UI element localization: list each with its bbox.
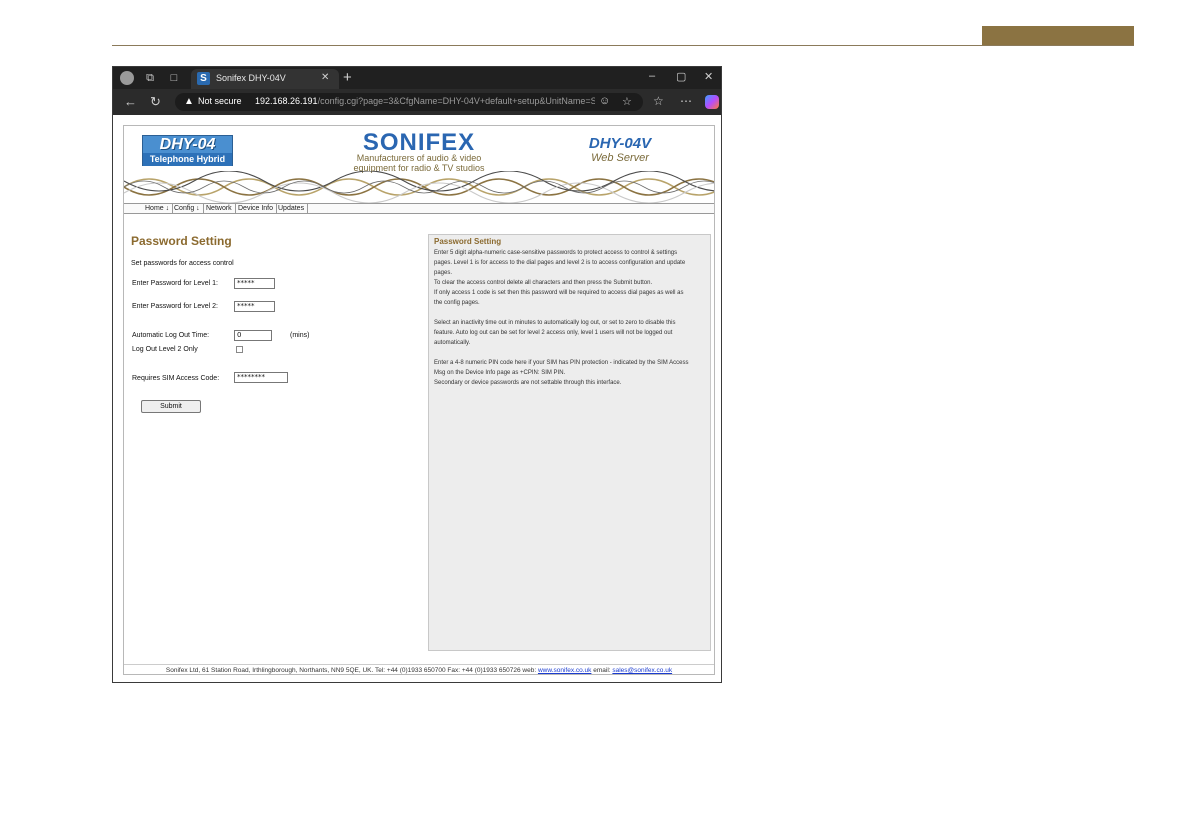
tab-bar: ⧉ □ S Sonifex DHY-04V ✕ + – ▢ ✕ (113, 67, 721, 89)
logout-time-label: Automatic Log Out Time: (132, 332, 210, 339)
level2-password-field[interactable]: ***** (234, 301, 275, 312)
page-header-tab (982, 26, 1134, 46)
dhy-04-logo: DHY-04 Telephone Hybrid (142, 135, 233, 166)
help-line: pages. Level 1 is for access to the dial… (434, 260, 686, 266)
sonifex-favicon-icon: S (197, 72, 210, 85)
favorites-icon[interactable]: ☆ (653, 94, 664, 108)
logout-time-field[interactable]: 0 (234, 330, 272, 341)
copilot-icon[interactable] (705, 95, 719, 109)
menu-config[interactable]: Config ↓ (171, 204, 204, 213)
help-line: the config pages. (434, 300, 480, 306)
footer-email-label: email: (591, 667, 613, 674)
level2-label: Enter Password for Level 2: (132, 303, 218, 310)
brand-tagline: Manufacturers of audio & video equipment… (338, 153, 500, 173)
waveform-banner (124, 171, 714, 203)
logout-unit: (mins) (290, 332, 310, 339)
level1-password-field[interactable]: ***** (234, 278, 275, 289)
window-close-icon[interactable]: ✕ (704, 70, 713, 83)
url-text[interactable]: 192.168.26.191/config.cgi?page=3&CfgName… (255, 96, 595, 106)
tab-close-icon[interactable]: ✕ (321, 72, 329, 83)
help-line: To clear the access control delete all c… (434, 280, 653, 286)
sim-code-label: Requires SIM Access Code: (132, 375, 220, 382)
help-line: Enter 5 digit alpha-numeric case-sensiti… (434, 250, 678, 256)
profile-avatar-icon[interactable] (120, 71, 134, 85)
browser-tab[interactable]: S Sonifex DHY-04V ✕ (191, 69, 339, 89)
logout-level2-checkbox[interactable] (236, 346, 243, 353)
submit-button[interactable]: Submit (141, 400, 201, 413)
tab-actions-icon[interactable]: □ (167, 71, 181, 85)
form-title: Password Setting (131, 234, 232, 248)
favorite-star-icon[interactable]: ☆ (622, 95, 632, 108)
browser-window: ⧉ □ S Sonifex DHY-04V ✕ + – ▢ ✕ ← ↻ ▲ No… (112, 66, 722, 683)
help-line: Select an inactivity time out in minutes… (434, 320, 676, 326)
refresh-icon[interactable]: ↻ (150, 95, 161, 109)
menu-home[interactable]: Home ↓ (142, 204, 174, 213)
url-path: /config.cgi?page=3&CfgName=DHY-04V+defau… (317, 96, 595, 106)
workspaces-icon[interactable]: ⧉ (143, 71, 157, 85)
site-menu: Home ↓ Config ↓ Network Device Info Upda… (124, 203, 714, 214)
help-line: pages. (434, 270, 453, 276)
logout-level2-label: Log Out Level 2 Only (132, 346, 198, 353)
security-label[interactable]: Not secure (198, 96, 242, 106)
product-name: DHY-04V (588, 135, 652, 152)
tab-title: Sonifex DHY-04V (216, 73, 286, 83)
site-footer: Sonifex Ltd, 61 Station Road, Irthlingbo… (124, 664, 714, 676)
new-tab-icon[interactable]: + (343, 69, 352, 86)
menu-device-info[interactable]: Device Info (235, 204, 278, 213)
help-panel: Password Setting Enter 5 digit alpha-num… (428, 234, 711, 651)
help-line: feature. Auto log out can be set for lev… (434, 330, 673, 336)
minimize-icon[interactable]: – (649, 70, 655, 82)
sim-code-field[interactable]: ******** (234, 372, 288, 383)
help-line: Secondary or device passwords are not se… (434, 380, 622, 386)
logo-subtitle: Telephone Hybrid (143, 153, 232, 166)
warning-icon[interactable]: ▲ (184, 96, 194, 107)
help-line: Enter a 4-8 numeric PIN code here if you… (434, 360, 689, 366)
footer-address: Sonifex Ltd, 61 Station Road, Irthlingbo… (165, 667, 538, 674)
reader-mode-icon[interactable]: ☺ (599, 95, 610, 107)
url-field[interactable]: ▲ Not secure 192.168.26.191/config.cgi?p… (175, 93, 643, 111)
web-page: DHY-04 Telephone Hybrid SONIFEX Manufact… (123, 125, 715, 675)
url-host: 192.168.26.191 (255, 96, 318, 106)
help-line: automatically. (434, 340, 471, 346)
menu-updates[interactable]: Updates (275, 204, 309, 213)
address-bar: ← ↻ ▲ Not secure 192.168.26.191/config.c… (113, 89, 721, 115)
logo-title: DHY-04 (159, 136, 216, 153)
footer-email-link[interactable]: sales@sonifex.co.uk (612, 667, 672, 674)
menu-network[interactable]: Network (203, 204, 236, 213)
level1-label: Enter Password for Level 1: (132, 280, 218, 287)
help-line: If only access 1 code is set then this p… (434, 290, 684, 296)
brand-tagline-line-1: Manufacturers of audio & video (356, 153, 482, 163)
more-options-icon[interactable]: ⋯ (680, 94, 692, 108)
back-icon[interactable]: ← (124, 95, 137, 109)
help-line: Msg on the Device Info page as +CPIN: SI… (434, 370, 566, 376)
help-title: Password Setting (434, 237, 502, 246)
footer-web-link[interactable]: www.sonifex.co.uk (538, 667, 591, 674)
page-header-rule (112, 45, 1134, 46)
page-viewport: DHY-04 Telephone Hybrid SONIFEX Manufact… (113, 115, 721, 682)
form-subtitle: Set passwords for access control (131, 260, 234, 267)
maximize-icon[interactable]: ▢ (676, 70, 686, 83)
product-subtitle: Web Server (591, 152, 649, 164)
